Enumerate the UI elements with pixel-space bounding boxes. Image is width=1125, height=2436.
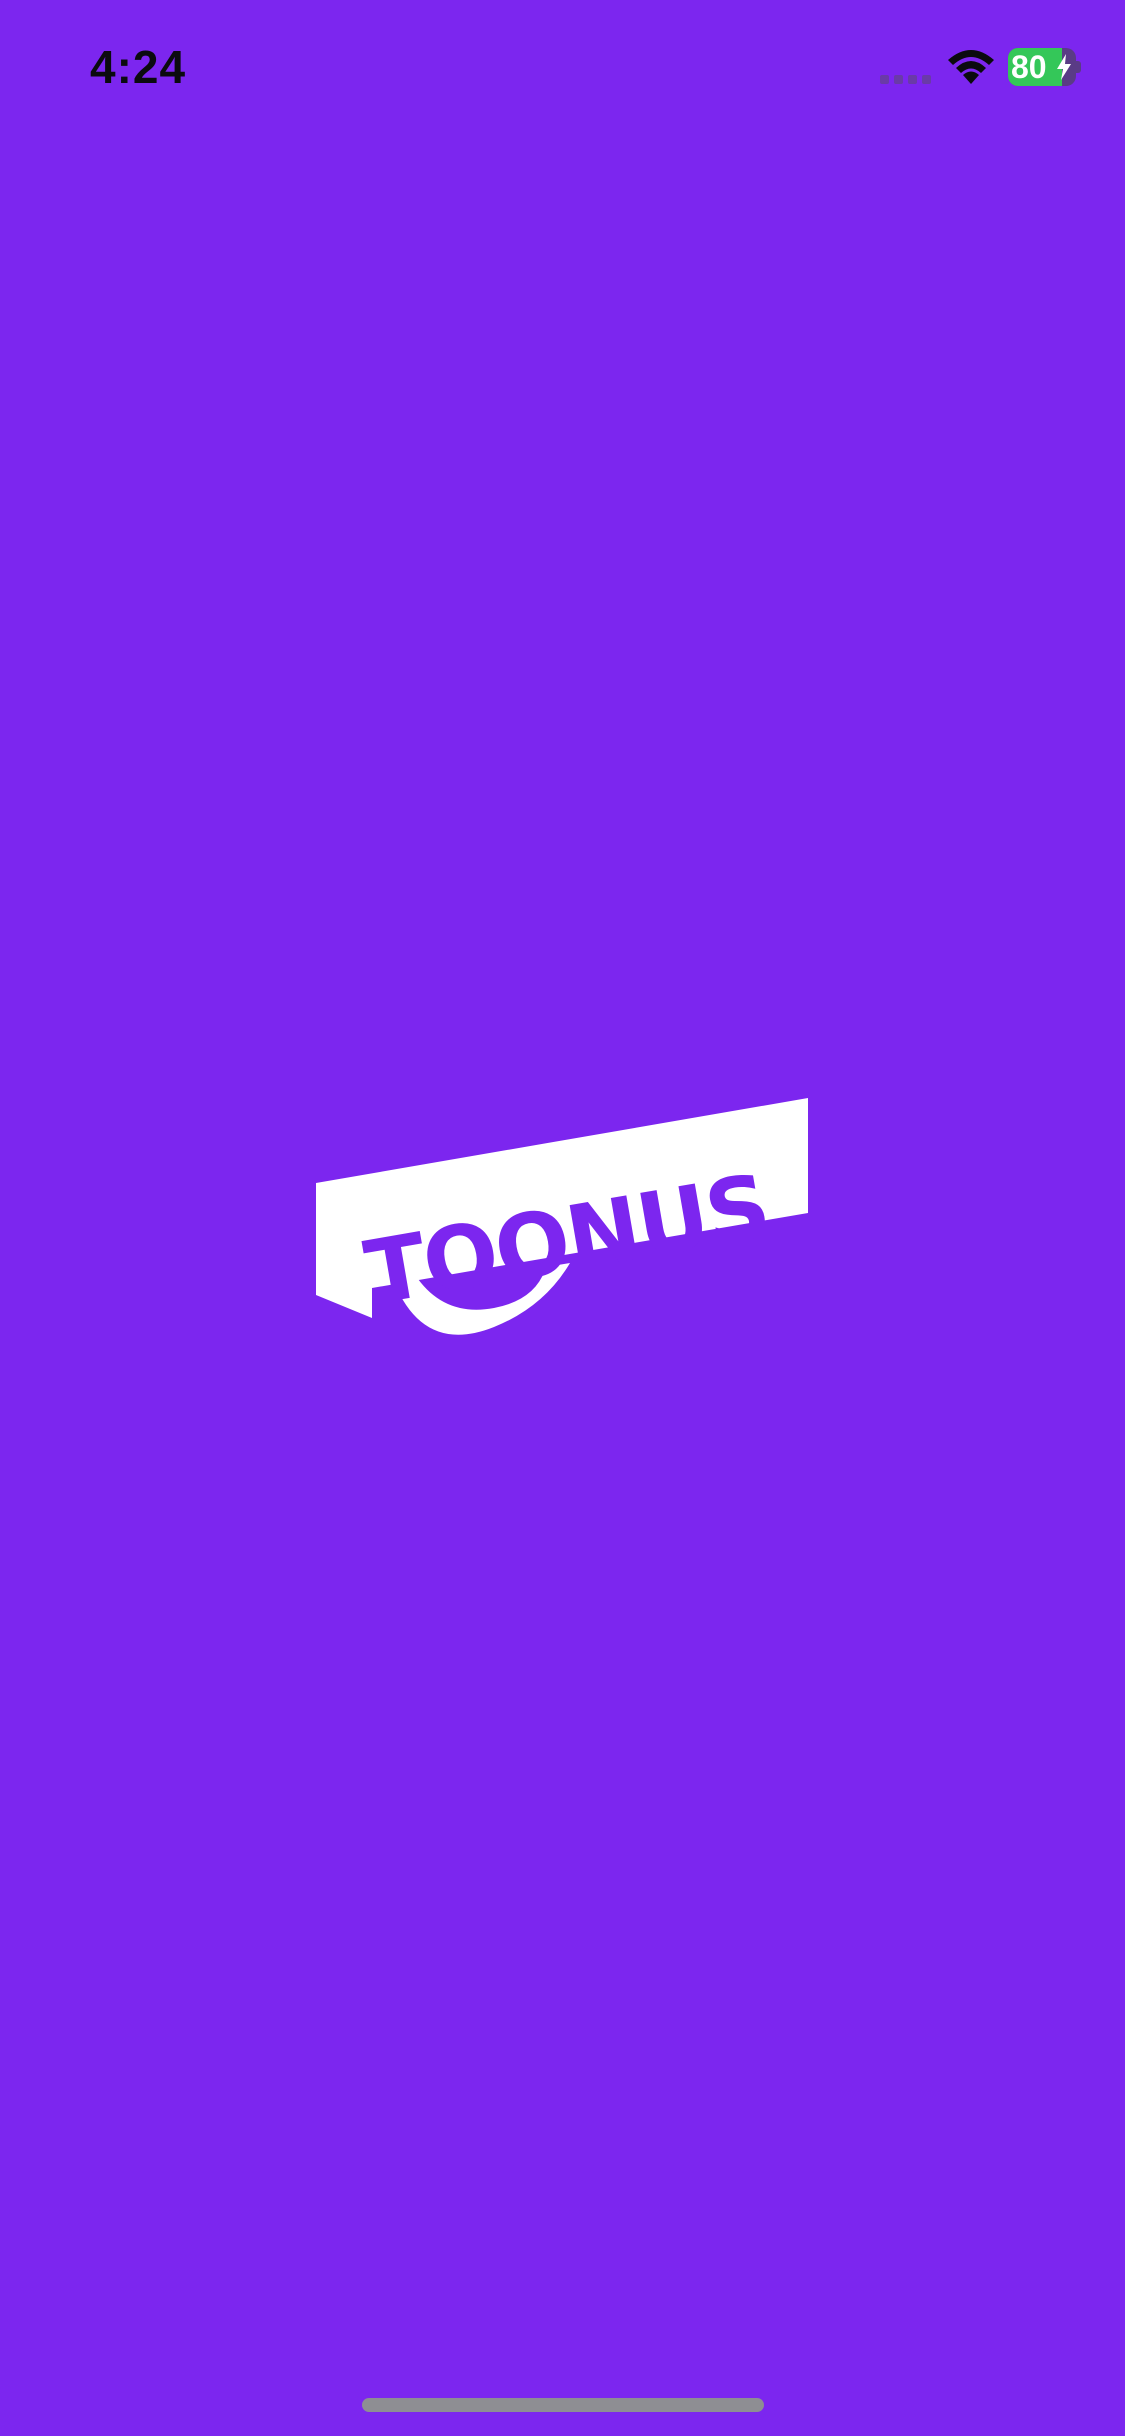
status-time: 4:24 <box>90 41 187 93</box>
splash-screen: 4:24 80 TOONUS <box>0 0 1125 2436</box>
battery-indicator: 80 <box>1008 48 1081 86</box>
wifi-icon <box>948 50 994 84</box>
status-bar: 4:24 80 <box>0 0 1125 140</box>
home-indicator[interactable] <box>362 2398 764 2412</box>
cellular-signal-icon <box>880 75 931 84</box>
battery-cap <box>1076 61 1081 73</box>
charging-bolt-icon <box>1057 54 1071 80</box>
battery-level: 80 <box>1011 49 1047 85</box>
toonus-logo: TOONUS <box>316 1098 808 1335</box>
battery-body: 80 <box>1008 48 1076 86</box>
